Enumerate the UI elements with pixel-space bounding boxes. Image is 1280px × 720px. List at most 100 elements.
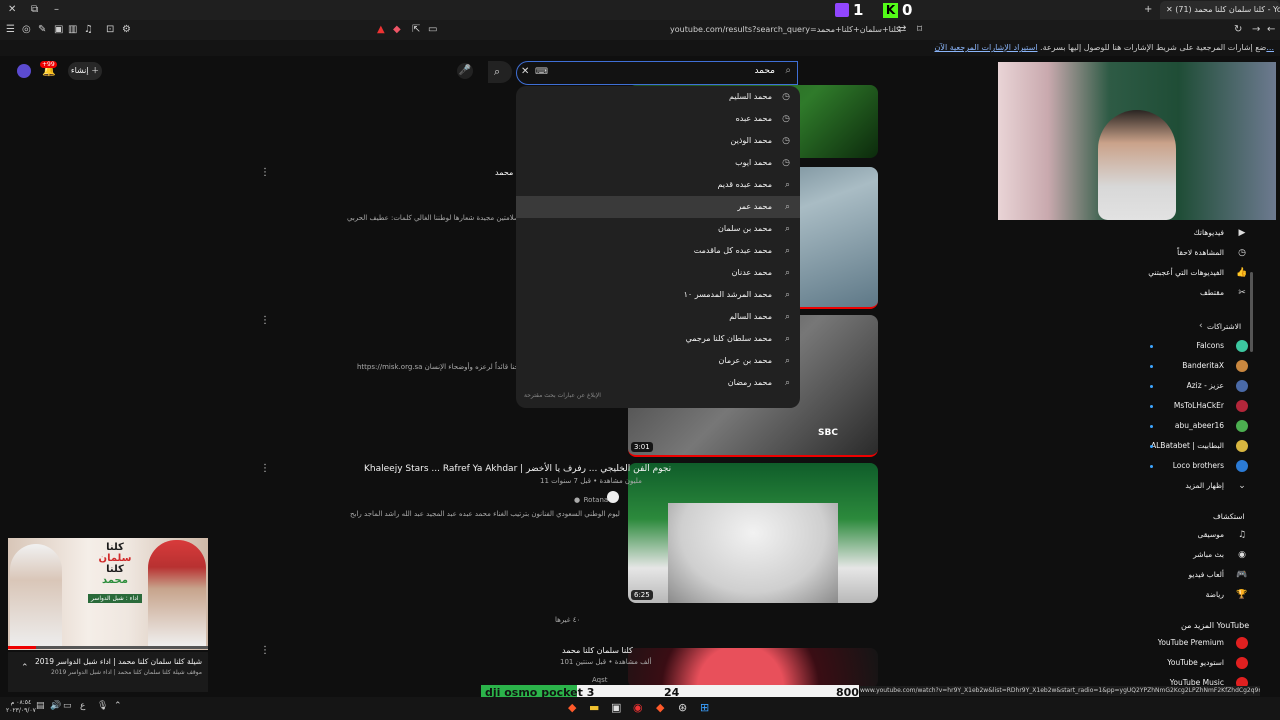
sidebar-more-item[interactable]: YouTube استوديو <box>1140 654 1250 672</box>
tray-overflow-icon[interactable]: ⌃ <box>114 701 122 711</box>
avatar[interactable] <box>17 64 31 78</box>
suggestion-item[interactable]: محمد ايوب ◷ <box>516 152 800 174</box>
sidebar-item[interactable]: الفيديوهات التي أعجبتني 👍 <box>1140 264 1250 282</box>
music-icon[interactable]: ♫ <box>84 24 93 35</box>
miniplayer-progress-track[interactable] <box>8 646 208 649</box>
sidebar-item[interactable]: المشاهدة لاحقاً ◷ <box>1140 244 1250 262</box>
cube-icon[interactable]: ▣ <box>54 24 63 35</box>
extensions-icon[interactable]: ⚙ <box>122 24 131 35</box>
suggestion-item[interactable]: محمد عمر ⌕ <box>516 196 800 218</box>
subscriptions-header[interactable]: الاشتراكات <box>1207 322 1241 331</box>
suggestion-item[interactable]: محمد عبده ◷ <box>516 108 800 130</box>
reload-icon[interactable]: ↻ <box>1234 24 1242 35</box>
sidebar-explore-item-label: ألعاب فيديو <box>1188 570 1224 579</box>
video-thumbnail-4[interactable] <box>628 463 878 603</box>
suggestion-item[interactable]: محمد السالم ⌕ <box>516 306 800 328</box>
brave-shield-icon[interactable]: ◆ <box>393 24 401 35</box>
suggestion-item[interactable]: محمد بن عرمان ⌕ <box>516 350 800 372</box>
more-options-icon[interactable]: ⋮ <box>260 167 270 178</box>
create-label: إنشاء <box>70 66 89 75</box>
suggestion-text: محمد عبده قديم <box>717 180 772 189</box>
channel-name[interactable]: Rotana <box>584 496 609 504</box>
speaker-icon[interactable]: 🔊 <box>50 701 61 711</box>
more-options-icon[interactable]: ⋮ <box>260 463 270 474</box>
brave-taskbar-icon[interactable]: ◆ <box>568 701 576 714</box>
sidebar-subscription[interactable]: Aziz - عزيز <box>1140 377 1250 395</box>
miniplayer-expand-icon[interactable]: ⌃ <box>21 663 29 673</box>
brush-icon[interactable]: ✎ <box>38 24 46 35</box>
sidebar-explore-item[interactable]: موسيقى ♫ <box>1140 526 1250 544</box>
bookmark-icon[interactable]: ⌑ <box>917 24 922 35</box>
suggestion-item[interactable]: محمد بن سلمان ⌕ <box>516 218 800 240</box>
tab-close-icon[interactable]: ✕ <box>1166 5 1175 14</box>
create-button[interactable]: إنشاء ＋ <box>68 62 102 80</box>
mic-icon[interactable]: 🎙 <box>97 701 108 711</box>
app-icon[interactable]: ▣ <box>611 701 621 714</box>
sidebar-subscription[interactable]: abu_abeer16 <box>1140 417 1250 435</box>
sidebar-explore-item[interactable]: ألعاب فيديو 🎮 <box>1140 566 1250 584</box>
notification-center-icon[interactable]: ▤ <box>36 701 45 711</box>
search-button[interactable]: ⌕ <box>488 61 512 83</box>
suggestion-item[interactable]: محمد السليم ◷ <box>516 86 800 108</box>
sidebar-explore-item[interactable]: بث مباشر ◉ <box>1140 546 1250 564</box>
show-more-button[interactable]: إظهار المزيد ⌄ <box>1140 477 1250 495</box>
sidebar-item[interactable]: فيديوهاتك ▶ <box>1140 224 1250 242</box>
tab-youtube[interactable]: ✕ (71) كلنا سلمان كلنا محمد - YouTube ▶ <box>1160 1 1280 19</box>
suggestion-item[interactable]: محمد سلطان كلنا مرجمي ⌕ <box>516 328 800 350</box>
windows-start-icon[interactable]: ⊞ <box>700 701 709 714</box>
brave-window-icon[interactable]: ◆ <box>656 701 664 714</box>
new-tab-icon[interactable]: + <box>1144 4 1152 15</box>
clear-search-icon[interactable]: ✕ <box>521 66 529 77</box>
sidebar-scrollbar[interactable] <box>1250 272 1253 352</box>
suggestion-item[interactable]: محمد المرشد المدمسر ١٠ ⌕ <box>516 284 800 306</box>
close-window-icon[interactable]: ✕ <box>8 4 16 15</box>
sidebar-item[interactable]: مقتطف ✂ <box>1140 284 1250 302</box>
sidebar-subscription[interactable]: Loco brothers <box>1140 457 1250 475</box>
suggestion-item[interactable]: محمد عبده قديم ⌕ <box>516 174 800 196</box>
video-thumbnail-5[interactable] <box>628 648 878 688</box>
taskbar-clock[interactable]: ٠٨:٥٤ م ٢٠٢٣/٠٩/٠٧ <box>6 699 36 715</box>
address-url[interactable]: youtube.com/results?search_query=كلنا+سل… <box>620 23 900 37</box>
obs-icon[interactable]: ◉ <box>633 701 643 714</box>
file-explorer-icon[interactable]: ▬ <box>589 701 599 714</box>
video-title[interactable]: كلنا سلمان كلنا محمد <box>562 646 633 655</box>
translate-icon[interactable]: ⇄ <box>898 24 906 35</box>
language-indicator[interactable]: ع <box>80 701 85 711</box>
suggestion-item[interactable]: محمد عدنان ⌕ <box>516 262 800 284</box>
channel-name[interactable]: Aqst <box>592 676 608 684</box>
report-suggestions-link[interactable]: الإبلاغ عن عبارات بحث مقترحة <box>524 392 601 399</box>
forward-icon[interactable]: → <box>1252 24 1260 35</box>
back-icon[interactable]: ← <box>1267 24 1275 35</box>
channel-row[interactable]: ● Rotana <box>574 491 619 505</box>
more-options-icon[interactable]: ⋮ <box>260 315 270 326</box>
sidebar-explore-item[interactable]: رياضة 🏆 <box>1140 586 1250 604</box>
sidebar-subscription[interactable]: BanderitaX <box>1140 357 1250 375</box>
suggestion-item[interactable]: محمد الوذين ◷ <box>516 130 800 152</box>
more-results-label[interactable]: ٤٠ غيرها <box>555 616 580 624</box>
sidebar-icon[interactable]: ▥ <box>68 24 77 35</box>
channel-avatar[interactable] <box>607 491 619 503</box>
sidebar-subscription[interactable]: MsToLHaCkEr <box>1140 397 1250 415</box>
voice-search-icon[interactable]: 🎤 <box>457 63 473 79</box>
live-indicator <box>1150 445 1153 448</box>
menu-icon[interactable]: ☰ <box>6 24 15 35</box>
suggestion-item[interactable]: محمد عبده كل ماقدمت ⌕ <box>516 240 800 262</box>
minimize-icon[interactable]: – <box>54 4 59 15</box>
restore-icon[interactable]: ⧉ <box>31 4 38 15</box>
steam-icon[interactable]: ⊛ <box>678 701 687 714</box>
miniplayer-video[interactable]: كلنا سلمان كلنا محمد اداء : شبل الدواسر <box>8 538 208 650</box>
search-input[interactable]: ✕ ⌨ محمد ⌕ <box>516 61 798 85</box>
network-icon[interactable]: ▭ <box>63 701 72 711</box>
video-title[interactable]: Khaleejy Stars ... Rafref Ya Akhdar | نج… <box>364 464 671 474</box>
reader-icon[interactable]: ▭ <box>428 24 437 35</box>
sidebar-subscription[interactable]: ALBatabet | البطابيت <box>1140 437 1250 455</box>
search-icon: ⌕ <box>784 356 790 366</box>
shield-icon[interactable]: ◎ <box>22 24 31 35</box>
suggestion-item[interactable]: محمد رمضان ⌕ <box>516 372 800 394</box>
more-options-icon[interactable]: ⋮ <box>260 645 270 656</box>
screenshot-icon[interactable]: ⊡ <box>106 24 114 35</box>
sidebar-more-item[interactable]: YouTube Premium <box>1140 634 1250 652</box>
keyboard-icon[interactable]: ⌨ <box>535 67 548 77</box>
sidebar-subscription[interactable]: Falcons <box>1140 337 1250 355</box>
share-icon[interactable]: ⇱ <box>412 24 420 35</box>
